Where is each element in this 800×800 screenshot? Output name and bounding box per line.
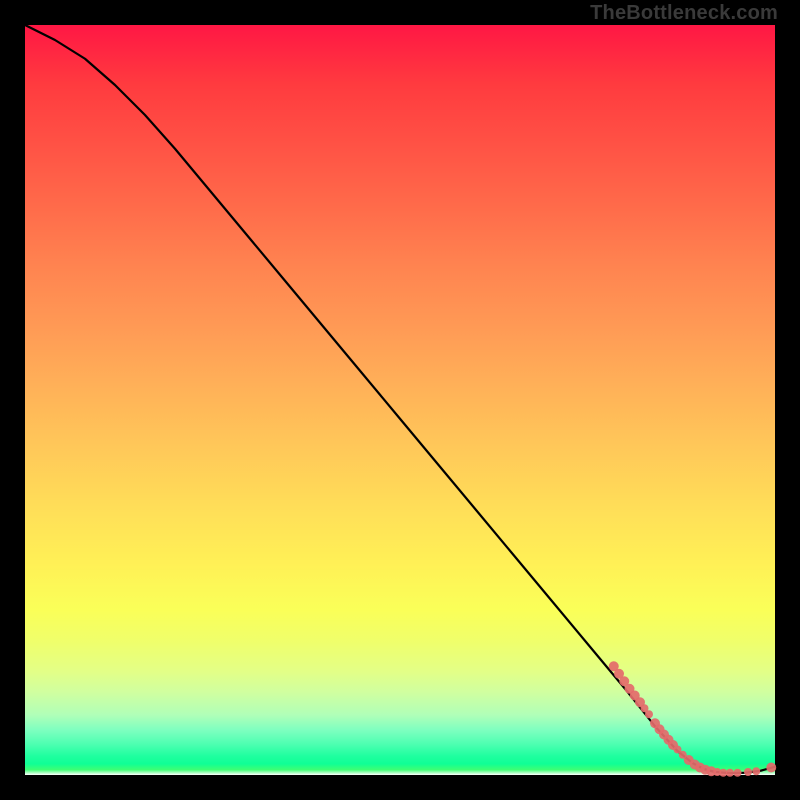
curve-line [25, 25, 775, 773]
scatter-dots [609, 661, 777, 777]
watermark-text: TheBottleneck.com [590, 2, 778, 25]
chart-frame: TheBottleneck.com [0, 0, 800, 800]
chart-overlay [25, 25, 775, 775]
